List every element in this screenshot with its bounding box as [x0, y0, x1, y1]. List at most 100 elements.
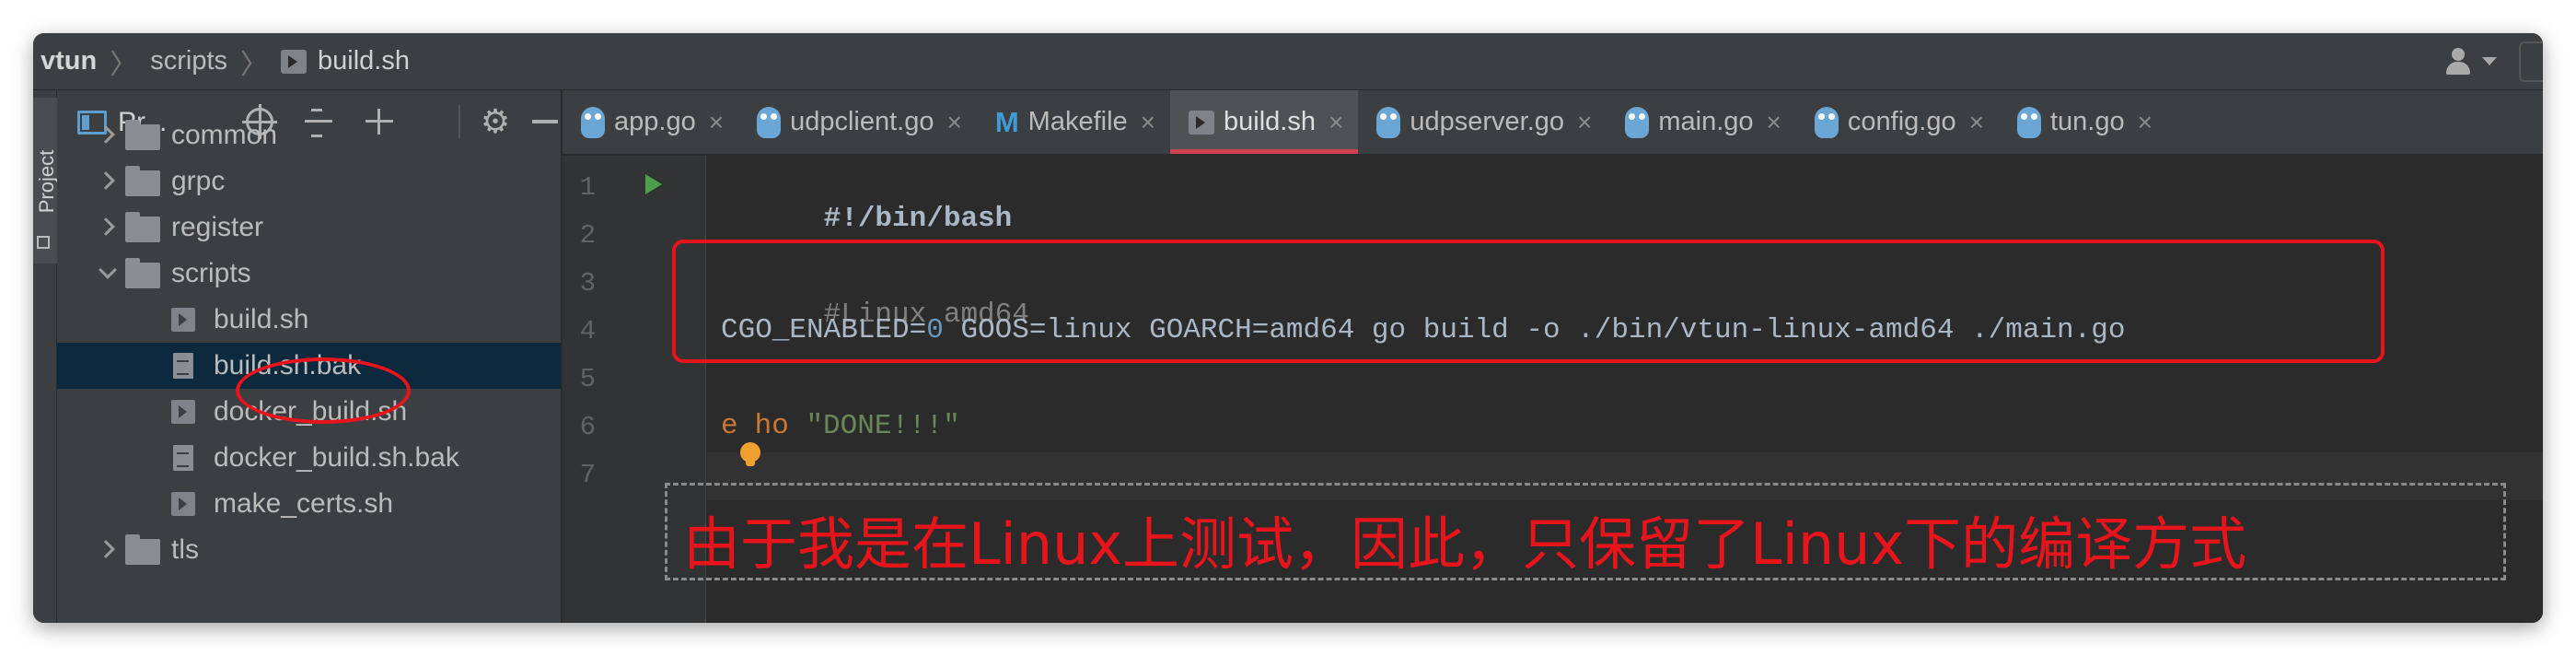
tree-folder-tls[interactable]: tls [57, 527, 561, 573]
highlight-ellipse-annotation [236, 357, 411, 424]
annotation-text: 由于我是在Linux上测试，因此，只保留了Linux下的编译方式 [683, 510, 2247, 578]
navigation-bar: vtun 〉 scripts 〉 build.sh [33, 33, 2543, 90]
chevron-down-icon [99, 261, 117, 279]
close-icon[interactable]: × [1141, 108, 1155, 137]
tab-label: tun.go [2049, 107, 2125, 136]
ide-window: vtun 〉 scripts 〉 build.sh Project Pr... … [33, 33, 2543, 623]
line-number: 3 [579, 268, 596, 299]
tab-tun-go[interactable]: tun.go × [1999, 90, 2167, 154]
project-tree: common grpc register scripts build.sh bu… [57, 112, 561, 573]
run-icon[interactable] [645, 174, 662, 194]
gopher-icon [1814, 106, 1839, 138]
tree-item-label: common [171, 120, 278, 150]
folder-icon [125, 212, 160, 242]
code-keyword: e [721, 410, 738, 442]
close-icon[interactable]: × [1767, 108, 1781, 137]
gopher-icon [2016, 106, 2041, 138]
tree-item-label: docker_build.sh.bak [214, 442, 459, 473]
tree-item-label: build.sh [214, 304, 309, 334]
editor-tab-bar: app.go × udpclient.go × M Makefile × bui… [563, 90, 2543, 155]
shebang-text: #!/bin/bash [823, 203, 1013, 235]
folder-icon [125, 534, 160, 565]
project-panel: Pr... ⚙ common grpc register scripts bui… [57, 90, 562, 623]
gopher-icon [581, 106, 605, 138]
tree-file-docker-build-sh-bak[interactable]: docker_build.sh.bak [57, 435, 561, 481]
folder-icon [125, 258, 160, 288]
tab-main-go[interactable]: main.go × [1607, 90, 1796, 154]
tab-build-sh[interactable]: build.sh × [1170, 90, 1359, 154]
breadcrumb-separator-icon: 〉 [110, 49, 138, 80]
chevron-right-icon [97, 125, 115, 144]
tree-file-build-sh[interactable]: build.sh [57, 297, 561, 343]
close-icon[interactable]: × [709, 108, 724, 137]
run-config-widget[interactable] [2519, 41, 2543, 82]
tree-item-label: register [171, 212, 264, 242]
tab-label: main.go [1658, 107, 1754, 136]
tab-label: udpserver.go [1410, 107, 1565, 136]
breadcrumb-file[interactable]: build.sh [281, 46, 410, 76]
caret-down-icon [2482, 57, 2497, 65]
chevron-right-icon [97, 540, 115, 558]
chevron-right-icon [97, 171, 115, 190]
tool-window-stripe: Project [33, 90, 58, 623]
tree-item-label: make_certs.sh [214, 488, 394, 519]
tree-folder-common[interactable]: common [57, 112, 561, 158]
line-number: 7 [579, 460, 596, 490]
tab-config-go[interactable]: config.go × [1796, 90, 1999, 154]
breadcrumb-folder[interactable]: scripts [150, 46, 227, 76]
navbar-right-actions [2443, 33, 2543, 89]
gopher-icon [1625, 106, 1650, 138]
close-icon[interactable]: × [1329, 108, 1343, 137]
code-string: "DONE!!!" [806, 410, 960, 442]
close-icon[interactable]: × [2138, 108, 2152, 137]
project-window-icon [37, 236, 50, 249]
tree-item-label: grpc [171, 166, 226, 196]
line-number: 1 [579, 172, 596, 203]
close-icon[interactable]: × [1577, 108, 1592, 137]
line-number: 4 [579, 316, 596, 346]
breadcrumb-separator-icon: 〉 [240, 49, 269, 80]
close-icon[interactable]: × [946, 108, 961, 137]
tab-label: config.go [1847, 107, 1956, 136]
tree-item-label: tls [171, 534, 199, 565]
tree-file-make-certs-sh[interactable]: make_certs.sh [57, 481, 561, 527]
tree-folder-scripts[interactable]: scripts [57, 251, 561, 297]
shell-script-icon [171, 400, 195, 424]
user-icon [2443, 47, 2475, 76]
tab-label: Makefile [1027, 107, 1128, 136]
shell-script-icon [171, 492, 195, 516]
line-number: 2 [579, 220, 596, 251]
tab-makefile[interactable]: M Makefile × [977, 90, 1170, 154]
lightbulb-icon[interactable] [740, 442, 760, 466]
line-number: 5 [579, 364, 596, 394]
tab-udpclient-go[interactable]: udpclient.go × [738, 90, 977, 154]
shell-script-icon [1189, 110, 1215, 135]
code-keyword: ho [754, 410, 789, 442]
chevron-right-icon [97, 217, 115, 236]
line-number: 6 [579, 412, 596, 442]
breadcrumb-root[interactable]: vtun [33, 46, 97, 76]
breadcrumb: vtun 〉 scripts 〉 build.sh [33, 33, 410, 89]
gopher-icon [1376, 106, 1401, 138]
tree-item-label: scripts [171, 258, 251, 288]
shell-script-icon [171, 308, 195, 332]
tree-folder-register[interactable]: register [57, 205, 561, 251]
folder-icon [125, 120, 160, 150]
folder-icon [125, 166, 160, 196]
user-account-button[interactable] [2443, 47, 2497, 76]
text-file-icon [173, 445, 193, 471]
tab-label: build.sh [1224, 107, 1316, 136]
tab-udpserver-go[interactable]: udpserver.go × [1358, 90, 1607, 154]
breadcrumb-file-label: build.sh [318, 46, 410, 76]
highlight-box-annotation [672, 240, 2385, 363]
makefile-icon: M [994, 105, 1019, 138]
tree-folder-grpc[interactable]: grpc [57, 158, 561, 205]
text-file-icon [173, 353, 193, 379]
project-stripe-label: Project [35, 149, 58, 214]
code-line-6: e ho "DONE!!!" [721, 410, 960, 442]
close-icon[interactable]: × [1969, 108, 1984, 137]
gopher-icon [757, 106, 782, 138]
project-tool-window-button[interactable]: Project [33, 98, 58, 264]
shell-script-icon [281, 49, 307, 74]
tab-app-go[interactable]: app.go × [563, 90, 738, 154]
